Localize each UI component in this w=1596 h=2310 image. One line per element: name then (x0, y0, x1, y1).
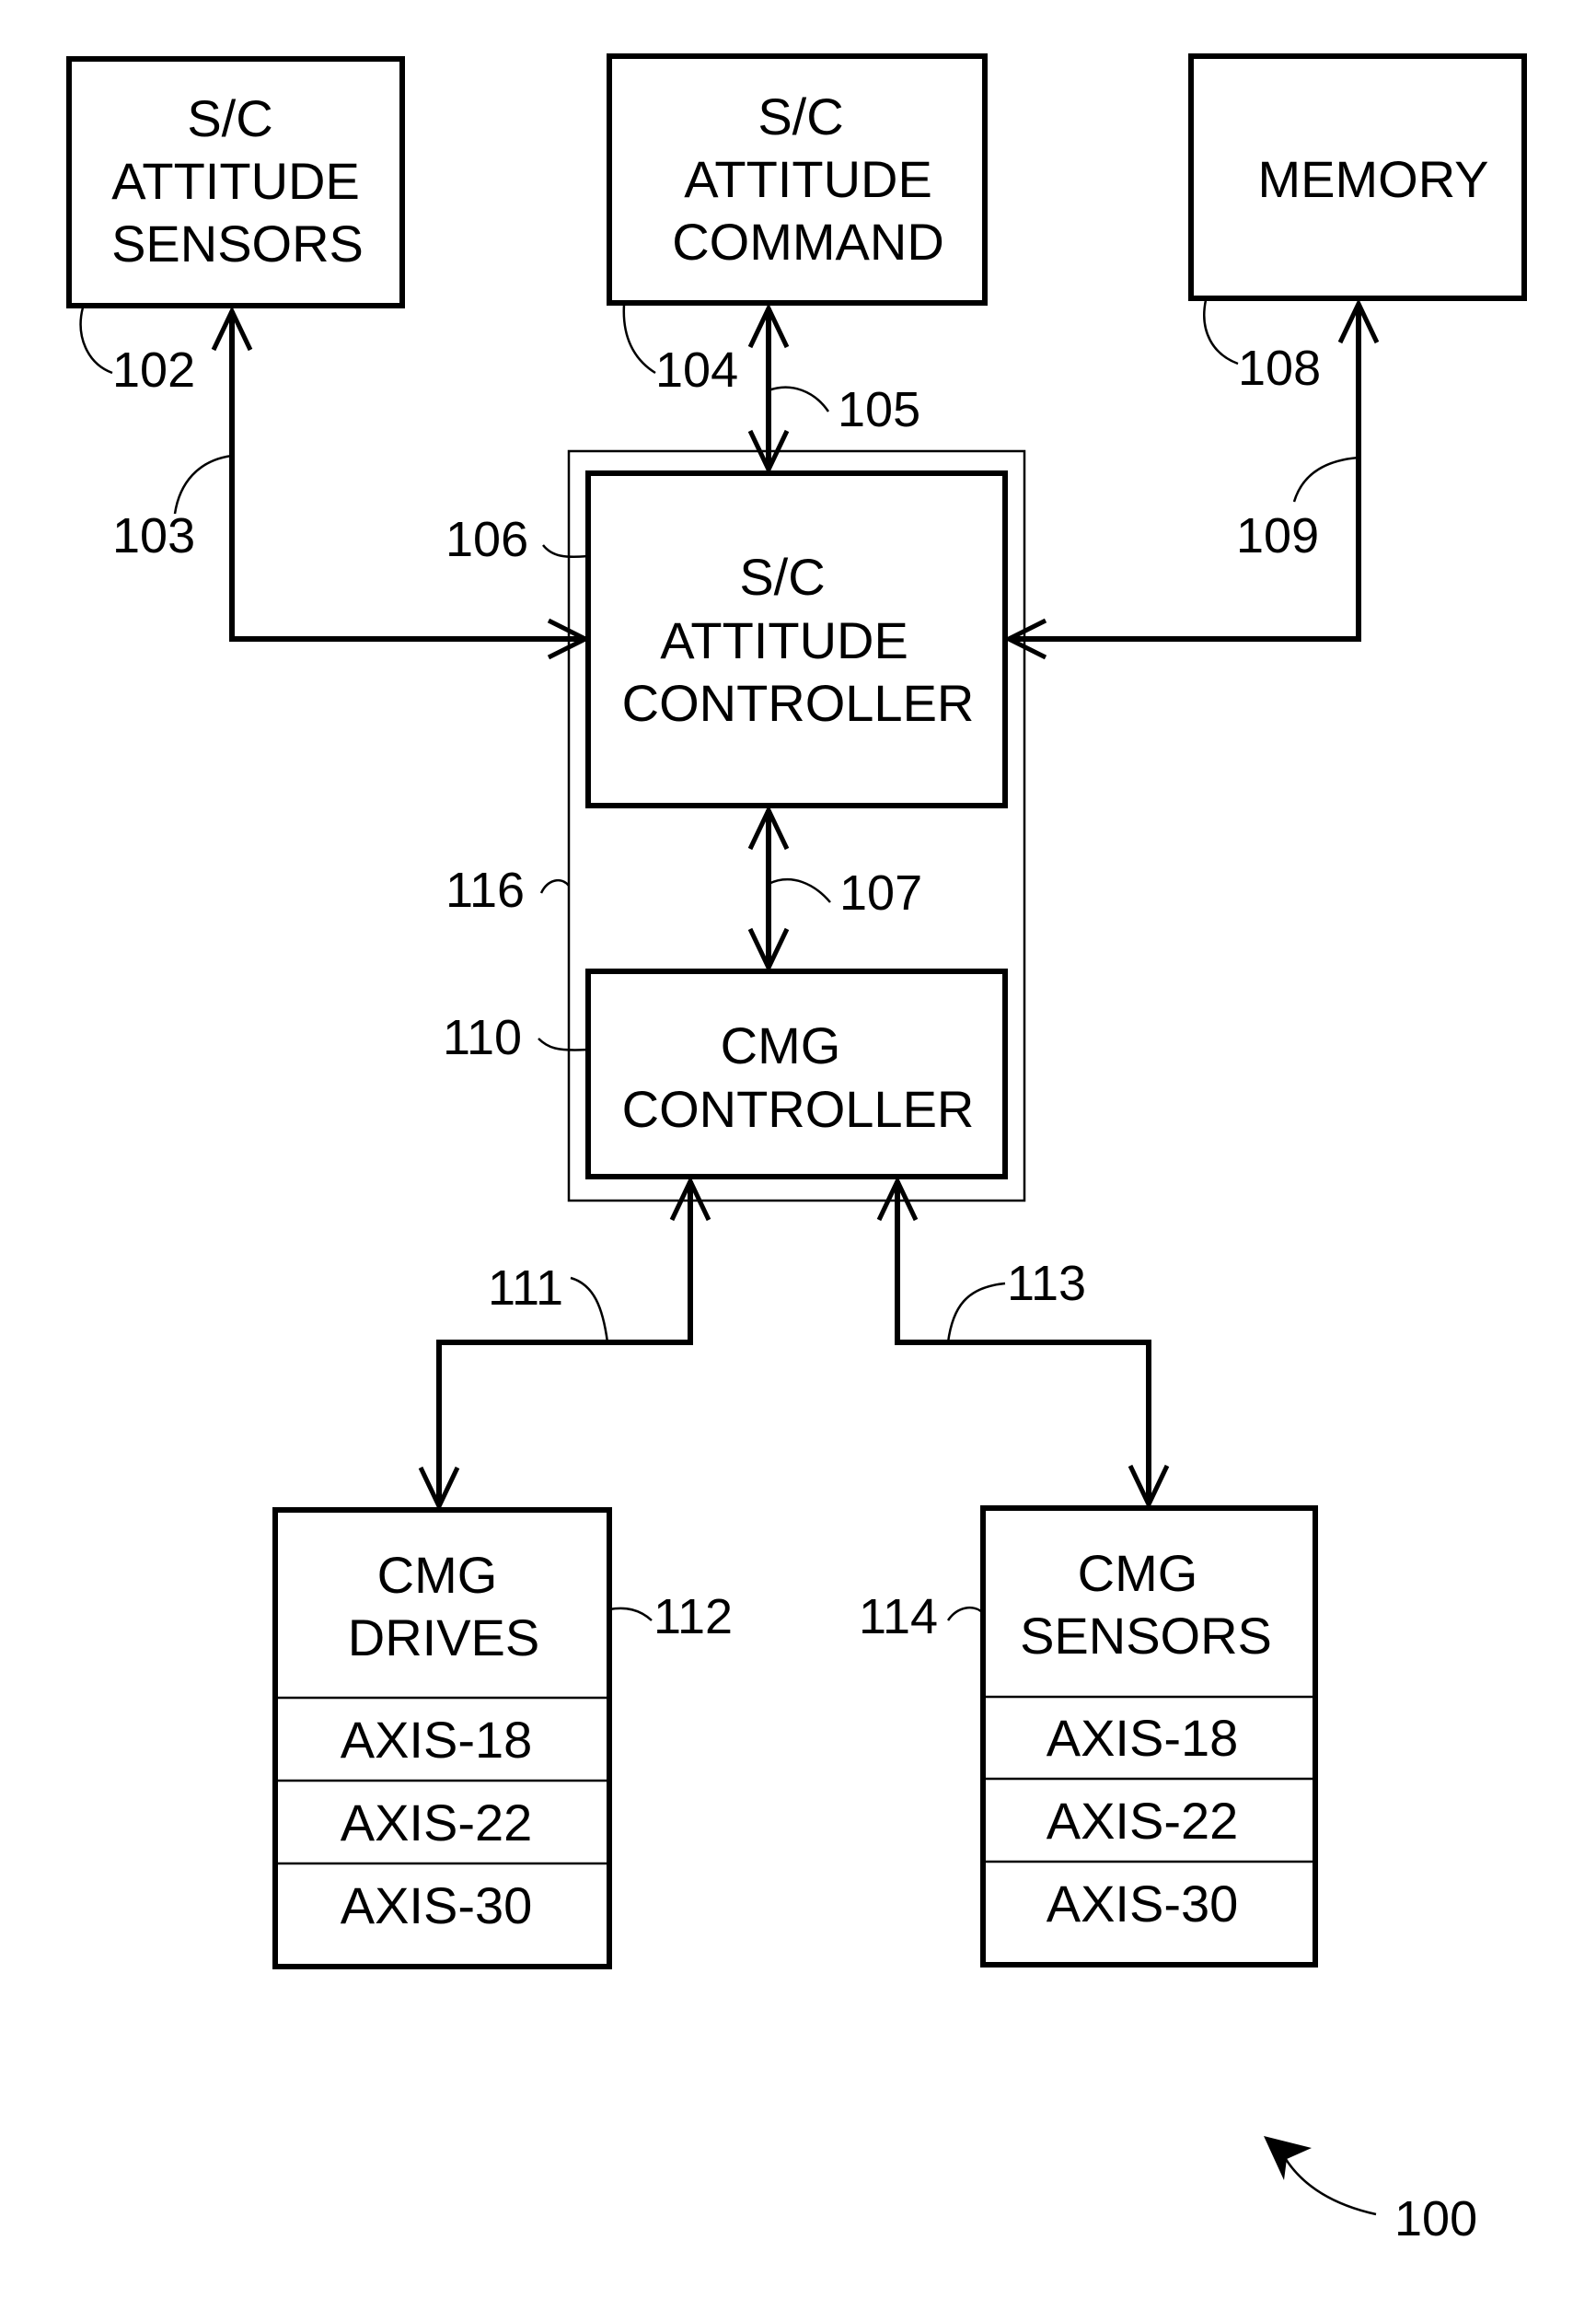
block-attitude-sensors: S/C ATTITUDE SENSORS 102 (66, 56, 405, 398)
figure-pointer-arrow (1282, 2155, 1377, 2216)
attitude-command-line2: ATTITUDE (684, 150, 932, 208)
leader-103 (173, 454, 233, 515)
cmg-controller-line2: CONTROLLER (622, 1080, 975, 1138)
block-cmg-controller: CMG CONTROLLER 110 (443, 969, 1008, 1179)
ref-107: 107 (839, 865, 922, 921)
leader-112 (608, 1607, 653, 1621)
connection-105: 105 (747, 303, 920, 475)
ref-104: 104 (655, 342, 738, 398)
connection-113: 113 (876, 1176, 1170, 1510)
ref-109: 109 (1236, 508, 1319, 563)
ref-108: 108 (1238, 341, 1321, 396)
attitude-controller-line3: CONTROLLER (622, 674, 975, 732)
leader-114 (946, 1606, 984, 1621)
cmg-sensors-axis-30: AXIS-30 (1047, 1875, 1239, 1933)
cmg-drives-axis-30: AXIS-30 (341, 1876, 533, 1934)
leader-104 (622, 304, 656, 375)
wire-103 (229, 311, 585, 642)
ref-102: 102 (112, 342, 195, 398)
block-cmg-sensors: CMG SENSORS AXIS-18 AXIS-22 AXIS-30 114 (859, 1505, 1318, 1968)
ref-110: 110 (443, 1010, 522, 1065)
ref-100: 100 (1394, 2191, 1477, 2246)
memory-label: MEMORY (1258, 150, 1489, 208)
ref-112: 112 (653, 1589, 733, 1644)
attitude-command-line3: COMMAND (672, 213, 944, 271)
cmg-drives-axis-18: AXIS-18 (341, 1711, 533, 1769)
leader-107 (768, 877, 831, 903)
ref-114: 114 (859, 1589, 938, 1644)
attitude-controller-line2: ATTITUDE (660, 611, 908, 669)
block-attitude-command: S/C ATTITUDE COMMAND 104 (607, 53, 988, 398)
attitude-sensors-line2: ATTITUDE (111, 152, 360, 210)
cmg-drives-line2: DRIVES (348, 1608, 540, 1666)
cmg-sensors-axis-18: AXIS-18 (1047, 1709, 1239, 1767)
leader-111 (570, 1276, 609, 1343)
block-cmg-drives: CMG DRIVES AXIS-18 AXIS-22 AXIS-30 112 (272, 1507, 733, 1969)
leader-110 (538, 1038, 589, 1051)
ref-116: 116 (445, 863, 525, 918)
cmg-drives-line1: CMG (377, 1546, 498, 1604)
connection-111: 111 (418, 1176, 711, 1512)
ref-113: 113 (1007, 1256, 1086, 1311)
leader-113 (946, 1282, 1006, 1343)
wire-111 (436, 1181, 693, 1506)
ref-106: 106 (445, 512, 528, 567)
connection-107: 107 (747, 805, 922, 973)
leader-106 (542, 544, 589, 559)
attitude-command-line1: S/C (758, 87, 843, 145)
leader-102 (79, 307, 113, 375)
block-diagram: S/C ATTITUDE SENSORS 102 S/C ATTITUDE CO… (66, 53, 1527, 2246)
cmg-sensors-line2: SENSORS (1020, 1607, 1272, 1665)
cmg-controller-line1: CMG (721, 1016, 841, 1074)
wire-113 (895, 1181, 1151, 1504)
cmg-sensors-axis-22: AXIS-22 (1047, 1792, 1239, 1850)
connection-109: 109 (1003, 298, 1380, 660)
leader-109 (1292, 456, 1359, 503)
attitude-controller-line1: S/C (739, 548, 825, 606)
ref-103: 103 (112, 508, 195, 563)
leader-105 (768, 386, 830, 412)
ref-105: 105 (838, 382, 920, 437)
cmg-sensors-line1: CMG (1078, 1544, 1198, 1602)
leader-108 (1203, 299, 1239, 366)
figure-reference: 100 (1264, 2136, 1477, 2246)
cmg-drives-axis-22: AXIS-22 (341, 1793, 533, 1851)
arrowhead-icon (1264, 2136, 1312, 2180)
attitude-sensors-line1: S/C (187, 89, 272, 147)
leader-116 (539, 878, 570, 894)
attitude-sensors-line3: SENSORS (111, 215, 364, 273)
ref-111: 111 (488, 1260, 563, 1316)
